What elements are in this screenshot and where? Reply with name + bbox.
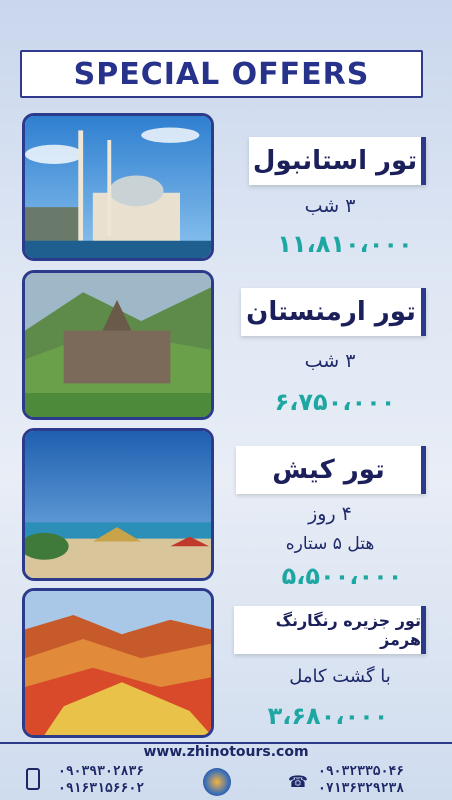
mobile-number-2[interactable]: ۰۹۱۶۳۱۵۶۶۰۲ bbox=[58, 781, 144, 796]
offer-2-title: تور ارمنستان bbox=[246, 297, 416, 327]
offer-3-title: تور کیش bbox=[272, 455, 385, 485]
offer-4-tour-detail: با گشت کامل bbox=[289, 666, 391, 687]
offer-4-title: تور جزیره رنگارنگ هرمز bbox=[275, 611, 421, 649]
mobile-number-1[interactable]: ۰۹۰۳۹۳۰۲۸۳۶ bbox=[58, 764, 144, 779]
hormuz-photo bbox=[22, 588, 214, 738]
plane-globe-logo bbox=[203, 768, 231, 796]
mobile-phone-icon bbox=[26, 768, 40, 790]
istanbul-photo bbox=[22, 113, 214, 261]
offer-3-title-box: تور کیش bbox=[236, 446, 426, 494]
phone-number-2[interactable]: ۰۷۱۳۶۳۲۹۲۳۸ bbox=[318, 781, 404, 796]
offer-3-hotel: هتل ۵ ستاره bbox=[285, 534, 375, 554]
armenia-photo bbox=[22, 270, 214, 420]
telephone-icon: ☎ bbox=[288, 772, 308, 791]
offer-1-price: ۱۱،۸۱۰،۰۰۰ bbox=[277, 230, 413, 258]
page-title: SPECIAL OFFERS bbox=[73, 56, 370, 92]
offer-4-price: ۳،۶۸۰،۰۰۰ bbox=[267, 702, 389, 730]
website-link[interactable]: www.zhinotours.com bbox=[0, 744, 452, 760]
offer-2-title-box: تور ارمنستان bbox=[241, 288, 426, 336]
phone-number-1[interactable]: ۰۹۰۳۲۳۳۵۰۴۶ bbox=[318, 764, 404, 779]
offer-1-title: تور استانبول bbox=[252, 146, 418, 176]
offer-2-price: ۶،۷۵۰،۰۰۰ bbox=[274, 388, 396, 416]
offer-3-price: ۵،۵۰۰،۰۰۰ bbox=[281, 562, 403, 590]
offer-4-title-box: تور جزیره رنگارنگ هرمز bbox=[234, 606, 426, 654]
header-banner: SPECIAL OFFERS bbox=[20, 50, 423, 98]
offer-3-days: ۴ روز bbox=[308, 503, 352, 525]
kish-photo bbox=[22, 428, 214, 581]
offer-2-nights: ۳ شب bbox=[304, 350, 356, 372]
offer-1-nights: ۳ شب bbox=[304, 195, 356, 217]
offer-1-title-box: تور استانبول bbox=[249, 137, 426, 185]
